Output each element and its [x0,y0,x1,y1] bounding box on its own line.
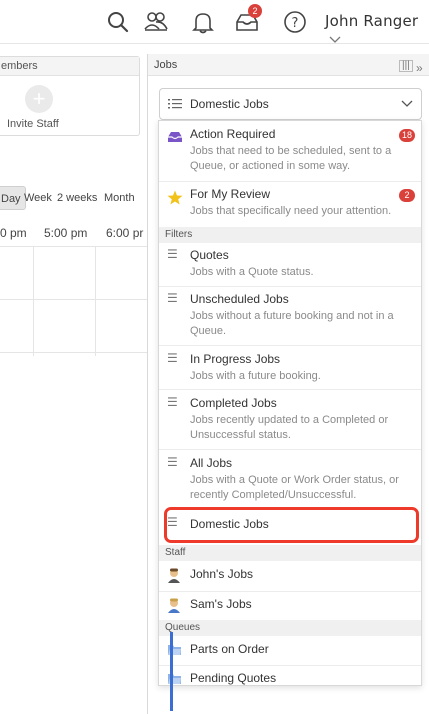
svg-text:?: ? [292,16,299,31]
jobs-title: Jobs [154,59,178,71]
list-icon: ☰ [167,291,178,305]
divider [159,286,421,287]
option-quotes[interactable]: ☰ Quotes Jobs with a Quote status. [159,245,421,285]
option-unscheduled-jobs[interactable]: ☰ Unscheduled Jobs Jobs without a future… [159,289,421,343]
person-icon [168,598,180,613]
list-icon: ☰ [167,515,178,529]
jobs-header: Jobs ||| » [148,54,429,76]
list-icon: ☰ [167,351,178,365]
grid-line [95,247,96,356]
inbox-icon [168,132,182,142]
jobs-panel: Jobs ||| » Domestic Jobs Action Required… [147,54,429,714]
top-bar: 2 ? John Ranger [0,0,429,44]
help-icon[interactable]: ? [281,8,309,36]
view-tabs: Day Week 2 weeks Month [0,186,147,210]
option-title: Sam's Jobs [190,597,252,611]
option-title: Quotes [190,248,229,262]
jobs-filter-dropdown: Action Required 18 Jobs that need to be … [158,120,422,686]
list-icon: ☰ [167,247,178,261]
section-staff: Staff [159,545,421,561]
option-title: For My Review [190,187,271,201]
option-pending-quotes[interactable]: Pending Quotes [159,666,421,694]
option-johns-jobs[interactable]: John's Jobs [159,562,421,590]
option-title: Domestic Jobs [190,517,269,531]
grid-line [0,352,147,353]
option-title: Unscheduled Jobs [190,292,289,306]
chevron-down-icon [401,100,413,107]
option-all-jobs[interactable]: ☰ All Jobs Jobs with a Quote or Work Ord… [159,453,421,507]
selected-filter-label: Domestic Jobs [190,97,269,111]
jobs-filter-select[interactable]: Domestic Jobs [159,88,422,120]
option-domestic-jobs[interactable]: ☰ Domestic Jobs [159,513,421,541]
option-sams-jobs[interactable]: Sam's Jobs [159,592,421,620]
notification-badge: 2 [248,4,262,18]
option-for-my-review[interactable]: For My Review 2 Jobs that specifically n… [159,184,421,224]
grid-line [33,247,34,356]
option-parts-on-order[interactable]: Parts on Order [159,637,421,665]
time-label: 0 pm [0,226,27,240]
expand-icon[interactable]: » [416,57,423,79]
timeline-indicator [170,632,173,711]
star-icon [167,190,183,205]
option-description: Jobs that need to be scheduled, sent to … [190,145,392,172]
option-title: Parts on Order [190,642,269,656]
list-icon: ☰ [167,395,178,409]
columns-icon[interactable]: ||| [399,60,413,72]
tab-week[interactable]: Week [24,186,52,210]
option-title: All Jobs [190,456,233,470]
option-description: Jobs that specifically need your attenti… [190,205,392,217]
option-title: Pending Quotes [190,671,277,685]
list-icon [168,99,182,109]
bell-icon[interactable] [189,8,217,36]
option-completed-jobs[interactable]: ☰ Completed Jobs Jobs recently updated t… [159,393,421,447]
option-in-progress-jobs[interactable]: ☰ In Progress Jobs Jobs with a future bo… [159,349,421,389]
search-icon[interactable] [104,8,132,36]
person-icon [168,568,180,583]
divider [159,181,421,182]
grid-line [0,299,147,300]
option-action-required[interactable]: Action Required 18 Jobs that need to be … [159,124,421,179]
chevron-down-icon [329,36,341,43]
option-title: John's Jobs [190,567,253,581]
section-filters: Filters [159,227,421,243]
user-name: John Ranger [325,12,419,30]
invite-staff-button[interactable]: + [25,85,53,113]
section-queues: Queues [159,620,421,636]
option-description: Jobs with a Quote or Work Order status, … [190,474,399,501]
calendar-area: embers + Invite Staff Day Week 2 weeks M… [0,44,147,711]
time-header: 0 pm 5:00 pm 6:00 pr [0,222,147,246]
option-description: Jobs with a Quote status. [190,266,314,278]
user-menu[interactable]: John Ranger [325,12,429,48]
count-badge: 18 [398,129,415,142]
members-panel: embers + Invite Staff [0,56,140,136]
divider [159,389,421,390]
divider [159,345,421,346]
option-title: In Progress Jobs [190,352,281,366]
users-icon[interactable] [142,8,170,36]
time-label: 5:00 pm [44,226,88,240]
calendar-grid[interactable] [0,246,147,356]
list-icon: ☰ [167,455,178,469]
tab-day[interactable]: Day [0,186,26,210]
divider [159,449,421,450]
members-title: embers [0,57,139,76]
tab-month[interactable]: Month [104,186,135,210]
time-label: 6:00 pr [106,226,144,240]
option-title: Action Required [190,127,276,141]
tab-2-weeks[interactable]: 2 weeks [57,186,97,210]
count-badge: 2 [399,189,415,202]
option-description: Jobs with a future booking. [190,370,321,382]
invite-staff-label[interactable]: Invite Staff [7,118,59,130]
option-description: Jobs without a future booking and not in… [190,310,394,337]
option-title: Completed Jobs [190,396,277,410]
option-description: Jobs recently updated to a Completed or … [190,414,389,441]
